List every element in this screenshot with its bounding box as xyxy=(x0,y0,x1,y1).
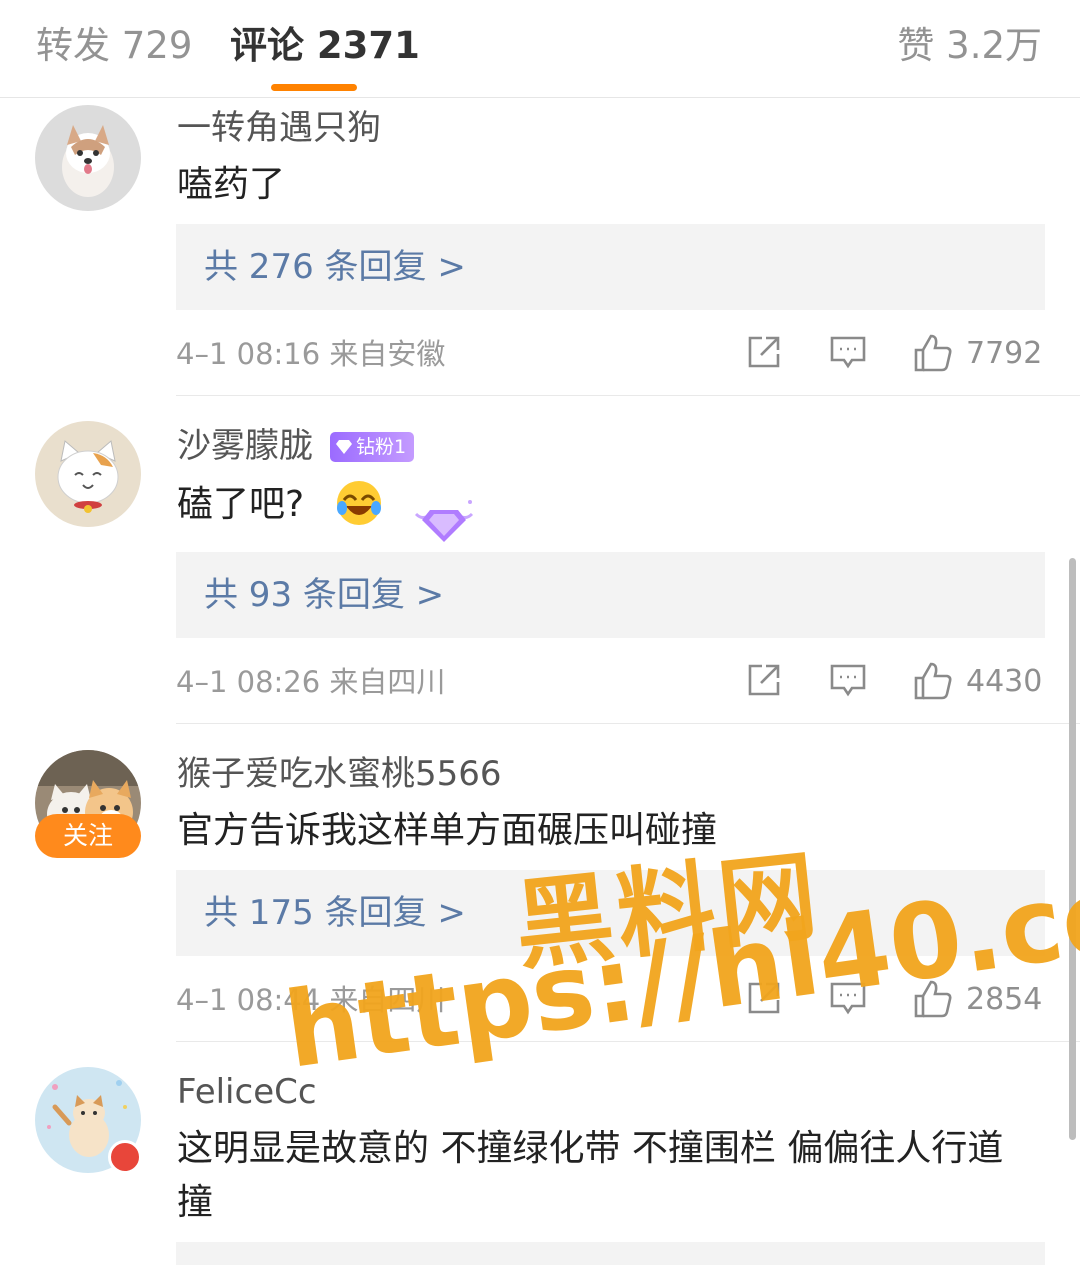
tab-likes[interactable]: 赞 3.2万 xyxy=(897,22,1042,70)
comment-text: 磕了吧? xyxy=(177,484,305,525)
comment-actions: 4430 xyxy=(744,660,1044,704)
comment-username[interactable]: 沙雾朦胧 xyxy=(177,424,313,468)
diamond-badge-icon xyxy=(412,496,476,550)
avatar[interactable] xyxy=(35,421,141,527)
divider xyxy=(176,395,1080,396)
tab-comments[interactable]: 评论 2371 xyxy=(230,22,420,70)
replies-link[interactable]: 共 276 条回复 > xyxy=(204,244,466,290)
like-icon[interactable] xyxy=(912,660,954,704)
comment-actions: 7792 xyxy=(744,332,1044,376)
replies-link[interactable]: 共 175 条回复 > xyxy=(204,890,466,936)
comment-tabs: 转发 729 评论 2371 赞 3.2万 xyxy=(0,0,1080,98)
share-icon[interactable] xyxy=(744,332,784,376)
like-count: 7792 xyxy=(966,336,1043,371)
divider xyxy=(176,723,1080,724)
comment-text: 官方告诉我这样单方面碾压叫碰撞 xyxy=(177,810,718,851)
fan-badge-label: 钻粉1 xyxy=(356,436,407,458)
tab-repost[interactable]: 转发 729 xyxy=(36,22,192,70)
like-count: 4430 xyxy=(966,664,1043,699)
comment-icon[interactable] xyxy=(828,332,868,376)
follow-button[interactable]: 关注 xyxy=(35,814,141,858)
comment-meta: 4–1 08:26 来自四川 xyxy=(176,665,446,699)
like-icon[interactable] xyxy=(912,332,954,376)
laugh-emoji-icon xyxy=(334,478,384,532)
active-tab-indicator xyxy=(271,84,357,91)
replies-link[interactable]: 共 93 条回复 > xyxy=(204,572,444,618)
avatar[interactable] xyxy=(35,105,141,211)
fan-badge: 钻粉1 xyxy=(330,432,415,462)
verified-badge xyxy=(108,1140,142,1174)
replies-box[interactable] xyxy=(176,1242,1045,1265)
comment-username[interactable]: 一转角遇只狗 xyxy=(177,106,381,150)
share-icon[interactable] xyxy=(744,660,784,704)
comment-meta: 4–1 08:16 来自安徽 xyxy=(176,337,446,371)
scrollbar[interactable] xyxy=(1069,558,1076,1140)
replies-box[interactable]: 共 276 条回复 > xyxy=(176,224,1045,310)
diamond-badge-icon xyxy=(336,440,352,454)
comment-text: 这明显是故意的 不撞绿化带 不撞围栏 偏偏往人行道撞 xyxy=(177,1128,1004,1223)
comment-icon[interactable] xyxy=(828,660,868,704)
comment-text: 嗑药了 xyxy=(177,164,286,205)
comment-username[interactable]: 猴子爱吃水蜜桃5566 xyxy=(177,752,502,796)
replies-box[interactable]: 共 93 条回复 > xyxy=(176,552,1045,638)
